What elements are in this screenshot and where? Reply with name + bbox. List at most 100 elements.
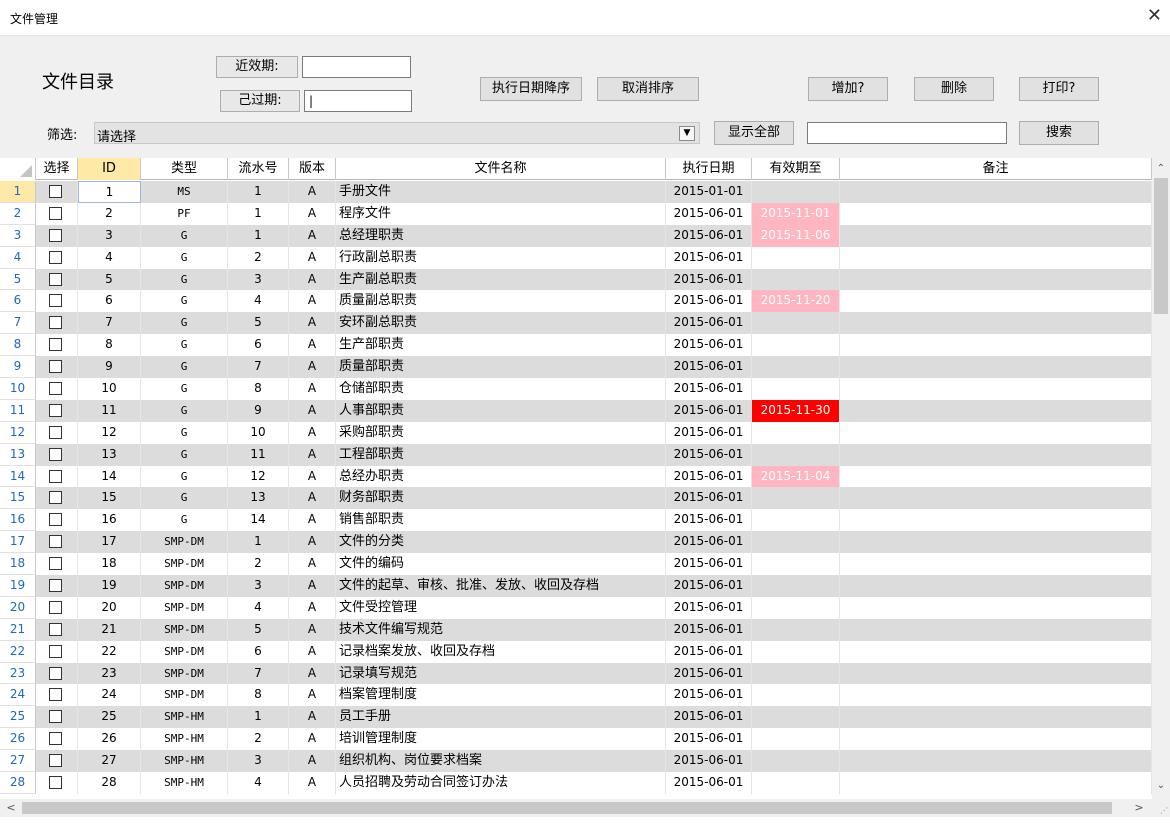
row-checkbox[interactable] [49, 228, 62, 242]
row-number[interactable]: 2 [0, 202, 36, 225]
filter-select[interactable]: 请选择 ▼ [94, 122, 700, 145]
row-number[interactable]: 9 [0, 356, 36, 379]
row-checkbox[interactable] [49, 622, 62, 636]
table-row[interactable]: 1 1 MS 1 A 手册文件 2015-01-01 [0, 181, 1152, 203]
row-number[interactable]: 28 [0, 772, 36, 794]
column-header-type[interactable]: 类型 [141, 158, 228, 180]
row-checkbox[interactable] [49, 513, 62, 527]
table-row[interactable]: 6 6 G 4 A 质量副总职责 2015-06-01 2015-11-20 [0, 290, 1152, 313]
row-checkbox[interactable] [49, 776, 62, 790]
table-row[interactable]: 5 5 G 3 A 生产副总职责 2015-06-01 [0, 268, 1152, 291]
row-checkbox[interactable] [49, 206, 62, 220]
table-row[interactable]: 7 7 G 5 A 安环副总职责 2015-06-01 [0, 312, 1152, 335]
table-row[interactable]: 13 13 G 11 A 工程部职责 2015-06-01 [0, 443, 1152, 466]
row-checkbox[interactable] [49, 644, 62, 658]
row-number[interactable]: 13 [0, 443, 36, 466]
row-checkbox[interactable] [49, 732, 62, 746]
row-checkbox[interactable] [49, 579, 62, 593]
table-row[interactable]: 2 2 PF 1 A 程序文件 2015-06-01 2015-11-01 [0, 202, 1152, 225]
row-checkbox[interactable] [49, 250, 62, 264]
search-button[interactable]: 搜索 [1019, 121, 1099, 145]
row-number[interactable]: 6 [0, 290, 36, 313]
cancel-sort-button[interactable]: 取消排序 [597, 77, 699, 101]
table-row[interactable]: 11 11 G 9 A 人事部职责 2015-06-01 2015-11-30 [0, 399, 1152, 422]
row-number[interactable]: 20 [0, 596, 36, 619]
row-checkbox[interactable] [49, 338, 62, 352]
table-row[interactable]: 28 28 SMP-HM 4 A 人员招聘及劳动合同签订办法 2015-06-01 [0, 772, 1152, 794]
print-button[interactable]: 打印? [1019, 77, 1099, 101]
row-number[interactable]: 17 [0, 531, 36, 554]
table-row[interactable]: 19 19 SMP-DM 3 A 文件的起草、审核、批准、发放、收回及存档 2015-06-… [0, 575, 1152, 597]
row-number[interactable]: 25 [0, 706, 36, 729]
table-row[interactable]: 25 25 SMP-HM 1 A 员工手册 2015-06-01 [0, 706, 1152, 729]
row-number[interactable]: 5 [0, 268, 36, 291]
expired-input[interactable] [304, 90, 412, 112]
sort-date-desc-button[interactable]: 执行日期降序 [480, 77, 582, 101]
row-checkbox[interactable] [49, 425, 62, 439]
table-row[interactable]: 4 4 G 2 A 行政副总职责 2015-06-01 [0, 246, 1152, 269]
scroll-up-icon[interactable]: ⌃ [1152, 160, 1170, 178]
row-number[interactable]: 18 [0, 553, 36, 576]
row-number[interactable]: 22 [0, 640, 36, 663]
row-checkbox[interactable] [49, 666, 62, 680]
select-all-corner[interactable] [0, 158, 36, 180]
table-row[interactable]: 8 8 G 6 A 生产部职责 2015-06-01 [0, 334, 1152, 357]
row-number[interactable]: 11 [0, 399, 36, 422]
scroll-down-icon[interactable]: ⌄ [1152, 777, 1170, 795]
row-checkbox[interactable] [49, 447, 62, 461]
table-row[interactable]: 27 27 SMP-HM 3 A 组织机构、岗位要求档案 2015-06-01 [0, 750, 1152, 773]
row-number[interactable]: 27 [0, 750, 36, 773]
row-number[interactable]: 3 [0, 224, 36, 247]
column-header-version[interactable]: 版本 [289, 158, 336, 180]
vertical-scroll-thumb[interactable] [1154, 178, 1168, 314]
row-number[interactable]: 24 [0, 684, 36, 707]
table-row[interactable]: 15 15 G 13 A 财务部职责 2015-06-01 [0, 487, 1152, 510]
table-row[interactable]: 17 17 SMP-DM 1 A 文件的分类 2015-06-01 [0, 531, 1152, 554]
row-number[interactable]: 21 [0, 618, 36, 641]
column-header-valid[interactable]: 有效期至 [752, 158, 840, 180]
row-checkbox[interactable] [49, 754, 62, 768]
table-row[interactable]: 14 14 G 12 A 总经办职责 2015-06-01 2015-11-04 [0, 465, 1152, 488]
column-header-id[interactable]: ID [78, 158, 141, 180]
row-checkbox[interactable] [49, 360, 62, 374]
column-header-date[interactable]: 执行日期 [666, 158, 752, 180]
row-number[interactable]: 16 [0, 509, 36, 532]
table-row[interactable]: 12 12 G 10 A 采购部职责 2015-06-01 [0, 421, 1152, 444]
chevron-down-icon[interactable]: ▼ [679, 126, 695, 141]
table-row[interactable]: 10 10 G 8 A 仓储部职责 2015-06-01 [0, 378, 1152, 400]
row-checkbox[interactable] [49, 469, 62, 483]
row-number[interactable]: 15 [0, 487, 36, 510]
resize-grip-icon[interactable]: ⋰ [1160, 806, 1168, 815]
table-row[interactable]: 3 3 G 1 A 总经理职责 2015-06-01 2015-11-06 [0, 224, 1152, 247]
row-checkbox[interactable] [49, 710, 62, 724]
horizontal-scrollbar[interactable]: < > ⋰ [0, 799, 1170, 817]
table-row[interactable]: 16 16 G 14 A 销售部职责 2015-06-01 [0, 509, 1152, 532]
table-row[interactable]: 9 9 G 7 A 质量部职责 2015-06-01 [0, 356, 1152, 379]
row-checkbox[interactable] [49, 403, 62, 417]
row-number[interactable]: 7 [0, 312, 36, 335]
row-number[interactable]: 4 [0, 246, 36, 269]
table-row[interactable]: 18 18 SMP-DM 2 A 文件的编码 2015-06-01 [0, 553, 1152, 576]
add-button[interactable]: 增加? [808, 77, 888, 101]
row-number[interactable]: 14 [0, 465, 36, 488]
row-checkbox[interactable] [49, 272, 62, 286]
table-row[interactable]: 20 20 SMP-DM 4 A 文件受控管理 2015-06-01 [0, 596, 1152, 619]
row-number[interactable]: 8 [0, 334, 36, 357]
scroll-left-icon[interactable]: < [2, 799, 20, 817]
row-checkbox[interactable] [49, 294, 62, 308]
row-checkbox[interactable] [49, 688, 62, 702]
table-row[interactable]: 26 26 SMP-HM 2 A 培训管理制度 2015-06-01 [0, 728, 1152, 751]
row-checkbox[interactable] [49, 535, 62, 549]
search-input[interactable] [807, 122, 1007, 144]
row-checkbox[interactable] [49, 600, 62, 614]
column-header-seq[interactable]: 流水号 [228, 158, 289, 180]
row-checkbox[interactable] [49, 185, 62, 198]
column-header-select[interactable]: 选择 [36, 158, 78, 180]
row-number[interactable]: 12 [0, 421, 36, 444]
row-checkbox[interactable] [49, 382, 62, 396]
column-header-note[interactable]: 备注 [840, 158, 1152, 180]
delete-button[interactable]: 删除 [914, 77, 994, 101]
near-expiry-input[interactable] [302, 56, 411, 78]
vertical-scrollbar[interactable]: ⌃ ⌄ [1152, 158, 1170, 799]
row-checkbox[interactable] [49, 491, 62, 505]
